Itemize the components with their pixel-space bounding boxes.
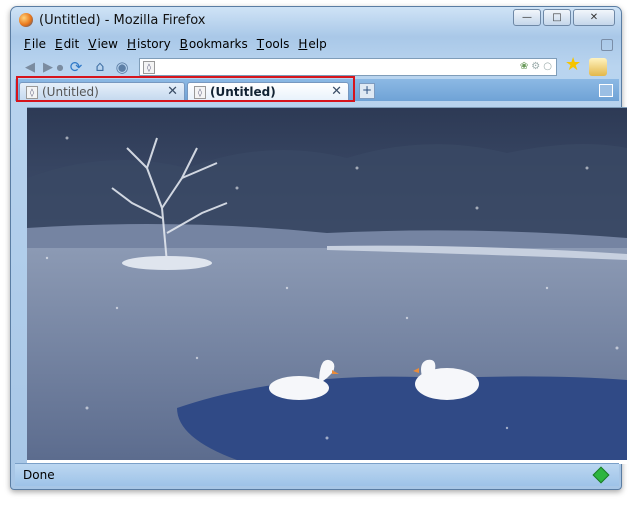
back-button[interactable]: ◀ xyxy=(21,58,39,76)
addon-puzzle-icon[interactable]: ❀ xyxy=(520,61,528,72)
home-icon: ⌂ xyxy=(95,59,105,75)
menu-file[interactable]: File xyxy=(23,37,48,51)
menu-help[interactable]: Help xyxy=(297,37,328,51)
plus-icon: + xyxy=(361,83,373,97)
menu-bookmarks[interactable]: Bookmarks xyxy=(179,37,250,51)
title-bar: (Untitled) - Mozilla Firefox — □ ✕ xyxy=(11,7,621,33)
bookmark-star-icon[interactable]: ★ xyxy=(565,56,581,74)
history-dropdown-button[interactable]: ● xyxy=(55,58,65,76)
menu-edit[interactable]: Edit xyxy=(54,37,81,51)
firefox-logo-icon xyxy=(19,13,33,27)
minimize-button[interactable]: — xyxy=(513,9,541,26)
menubar-grip-icon xyxy=(601,39,613,51)
maximize-icon: □ xyxy=(552,11,562,23)
stop-button[interactable]: ◉ xyxy=(113,58,131,76)
close-icon: ✕ xyxy=(589,11,599,23)
history-dropdown-icon: ● xyxy=(56,62,64,72)
search-engine-icon[interactable] xyxy=(589,58,607,76)
swan-lake-photo xyxy=(27,108,627,460)
status-text: Done xyxy=(23,468,55,482)
forward-icon: ▶ xyxy=(43,59,53,75)
status-bar: Done xyxy=(15,463,619,486)
menu-tools[interactable]: Tools xyxy=(256,37,292,51)
menu-history[interactable]: History xyxy=(126,37,173,51)
page-content xyxy=(27,107,627,464)
stop-icon: ◉ xyxy=(115,58,129,76)
minimize-icon: — xyxy=(522,11,532,23)
home-button[interactable]: ⌂ xyxy=(91,58,109,76)
url-bar[interactable]: ◊ ❀ ⚙ ○ xyxy=(139,58,557,76)
close-button[interactable]: ✕ xyxy=(573,9,615,26)
window-title: (Untitled) - Mozilla Firefox xyxy=(39,13,206,28)
url-bar-icons: ❀ ⚙ ○ xyxy=(520,61,552,72)
list-all-tabs-icon[interactable] xyxy=(599,84,613,97)
go-icon[interactable]: ○ xyxy=(543,61,552,72)
new-tab-button[interactable]: + xyxy=(359,83,375,99)
menu-bar: File Edit View History Bookmarks Tools H… xyxy=(23,37,329,51)
addon-status-icon[interactable] xyxy=(592,466,610,484)
reload-icon: ⟳ xyxy=(69,58,83,76)
tabs-highlight-box xyxy=(16,76,355,102)
window-controls: — □ ✕ xyxy=(513,9,615,26)
back-icon: ◀ xyxy=(25,59,35,75)
menu-view[interactable]: View xyxy=(87,37,120,51)
feed-icon[interactable]: ⚙ xyxy=(531,61,540,72)
reload-button[interactable]: ⟳ xyxy=(67,58,85,76)
page-favicon-icon: ◊ xyxy=(143,61,155,74)
maximize-button[interactable]: □ xyxy=(543,9,571,26)
